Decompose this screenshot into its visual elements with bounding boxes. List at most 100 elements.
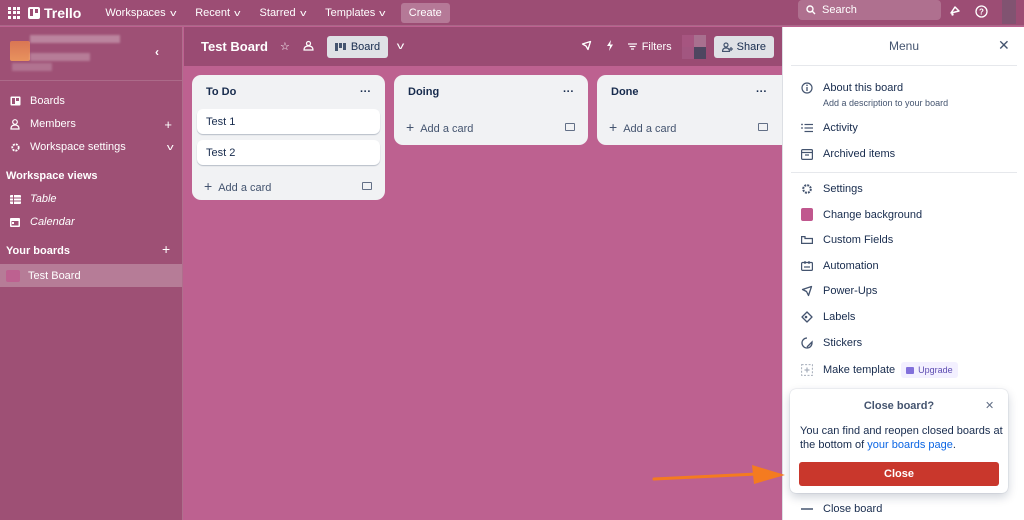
briefcase-icon [906, 366, 915, 374]
menu-item-custom-fields[interactable]: Custom Fields [801, 234, 893, 246]
card[interactable]: Test 1 [197, 109, 380, 134]
workspace-avatar [10, 41, 30, 61]
list-more-icon[interactable]: ··· [756, 86, 767, 98]
add-card-button[interactable]: + Add a card [204, 178, 271, 194]
chevron-down-icon[interactable]: v [166, 142, 173, 152]
star-icon[interactable]: ☆ [280, 40, 290, 53]
menu-item-settings[interactable]: Settings [801, 183, 863, 195]
trello-logo[interactable]: Trello [28, 5, 81, 21]
custom-fields-icon [801, 236, 813, 244]
account-avatar[interactable] [1002, 0, 1016, 24]
list-title[interactable]: Doing [408, 86, 439, 98]
list-done: Done ··· + Add a card [597, 75, 793, 145]
upgrade-badge[interactable]: Upgrade [901, 362, 958, 378]
create-from-template-icon[interactable] [362, 181, 372, 190]
chevron-down-icon: v [169, 7, 177, 18]
chevron-down-icon: v [379, 7, 386, 18]
app-switcher-icon[interactable] [0, 6, 28, 19]
list-doing: Doing ··· + Add a card [394, 75, 588, 145]
filters-button[interactable]: Filters [627, 41, 672, 53]
trello-logo-icon [28, 6, 40, 19]
visibility-icon[interactable] [303, 40, 314, 54]
sidebar-item-members[interactable]: Members + [0, 113, 182, 135]
sidebar-item-boards[interactable]: Boards [0, 90, 182, 112]
plus-icon: + [406, 119, 415, 135]
menu-item-stickers[interactable]: Stickers [801, 337, 862, 349]
menu-item-labels[interactable]: Labels [801, 311, 855, 323]
board-color-swatch [6, 269, 20, 282]
divider [0, 80, 182, 81]
menu-item-change-background[interactable]: Change background [801, 208, 922, 221]
automation-icon [801, 261, 813, 271]
help-icon[interactable]: ? [973, 3, 989, 19]
nav-workspaces[interactable]: Workspaces v [97, 0, 183, 26]
add-member-button[interactable]: + [164, 117, 172, 132]
close-icon[interactable]: ✕ [998, 37, 1010, 54]
search-input[interactable]: Search [798, 0, 941, 20]
list-title[interactable]: To Do [206, 86, 236, 98]
activity-icon [801, 123, 813, 133]
confirm-close-button[interactable]: Close [799, 462, 999, 486]
add-card-button[interactable]: + Add a card [406, 119, 473, 135]
create-button[interactable]: Create [400, 2, 450, 23]
chevron-down-icon: v [299, 7, 307, 18]
menu-item-automation[interactable]: Automation [801, 260, 879, 272]
collapse-sidebar-button[interactable]: ‹ [155, 45, 159, 59]
sidebar-item-table[interactable]: Table [0, 188, 182, 210]
search-icon [806, 5, 816, 15]
list-header: Done ··· [602, 75, 788, 109]
annotation-arrow-icon [652, 465, 785, 484]
your-boards-heading: Your boards [6, 245, 70, 257]
popover-message: You can find and reopen closed boards at… [800, 425, 1003, 451]
sidebar: ‹ Boards Members + Workspace settings v … [0, 27, 183, 520]
plus-icon: + [609, 119, 618, 135]
workspace-views-heading: Workspace views [6, 170, 98, 182]
chevron-down-icon[interactable]: v [397, 41, 405, 52]
menu-item-archived[interactable]: Archived items [801, 148, 895, 160]
close-board-popover: Close board? ✕ You can find and reopen c… [790, 389, 1008, 493]
sidebar-board-test-board[interactable]: Test Board [0, 264, 182, 287]
board-title[interactable]: Test Board [201, 39, 268, 54]
board-icon [9, 96, 21, 106]
share-button[interactable]: Share [713, 35, 774, 58]
member-avatars[interactable] [681, 34, 706, 59]
menu-item-close-board[interactable]: Close board [801, 503, 882, 515]
sidebar-item-workspace-settings[interactable]: Workspace settings v [0, 136, 182, 158]
list-to-do: To Do ··· Test 1 Test 2 + Add a card [192, 75, 385, 200]
person-icon [9, 118, 21, 130]
card[interactable]: Test 2 [197, 140, 380, 165]
popover-title: Close board? [863, 400, 935, 412]
gear-icon [9, 142, 21, 153]
create-from-template-icon[interactable] [565, 123, 575, 131]
add-person-icon [721, 41, 733, 52]
your-boards-page-link[interactable]: your boards page [867, 439, 953, 451]
create-from-template-icon[interactable] [758, 123, 768, 131]
menu-item-power-ups[interactable]: Power-Ups [801, 285, 877, 297]
nav-starred[interactable]: Starred v [252, 0, 314, 26]
board-view-button[interactable]: Board [326, 35, 389, 58]
nav-recent[interactable]: Recent v [187, 0, 247, 26]
menu-item-make-template[interactable]: Make template Upgrade [801, 362, 958, 378]
sidebar-item-calendar[interactable]: Calendar [0, 211, 182, 233]
menu-item-activity[interactable]: Activity [801, 122, 858, 134]
menu-title: Menu [888, 39, 920, 53]
list-title[interactable]: Done [611, 86, 639, 98]
close-icon[interactable]: ✕ [985, 399, 994, 412]
divider [791, 65, 1017, 66]
gear-icon [801, 183, 813, 195]
board-view-icon [334, 42, 346, 51]
add-board-button[interactable]: + [162, 241, 170, 257]
background-swatch-icon [801, 208, 813, 221]
power-ups-icon[interactable] [581, 40, 592, 54]
automation-icon[interactable] [606, 39, 614, 54]
notifications-icon[interactable] [947, 3, 963, 19]
template-icon [801, 364, 813, 376]
calendar-icon [9, 217, 21, 227]
menu-item-about[interactable]: About this board [801, 82, 903, 94]
list-more-icon[interactable]: ··· [563, 86, 574, 98]
add-card-row: + Add a card [197, 171, 380, 200]
filter-icon [627, 43, 637, 50]
list-more-icon[interactable]: ··· [360, 86, 371, 98]
add-card-button[interactable]: + Add a card [609, 119, 676, 135]
nav-templates[interactable]: Templates v [317, 0, 393, 26]
